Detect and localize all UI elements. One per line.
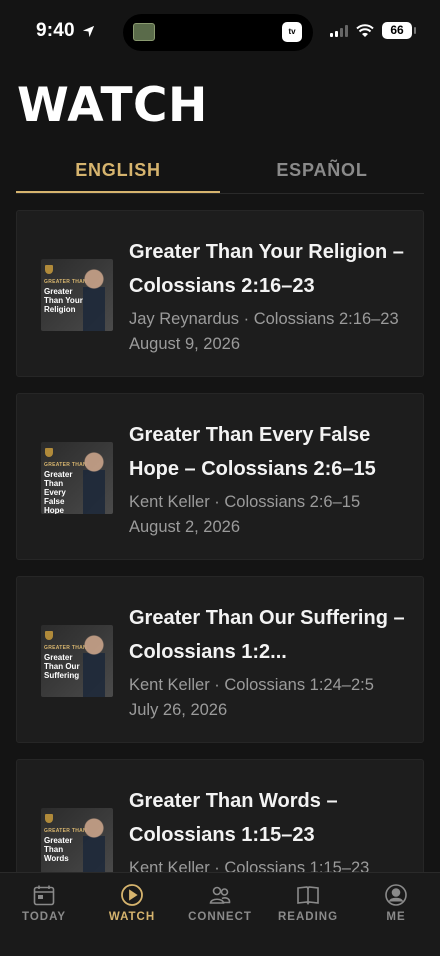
nav-today[interactable]: TODAY [0, 873, 88, 956]
calendar-icon [33, 885, 55, 906]
appletv-icon: tv [282, 22, 302, 42]
battery-icon: 66 [382, 22, 416, 39]
status-bar: 9:40 tv 66 [0, 0, 440, 64]
sermon-card[interactable]: GREATER THAN Greater Than Your Religion … [16, 210, 424, 377]
person-icon [385, 884, 407, 906]
language-tabs: ENGLISH ESPAÑOL [16, 150, 424, 194]
people-icon [209, 886, 231, 904]
now-playing-thumbnail [133, 23, 155, 41]
book-icon [297, 886, 319, 905]
speaker-photo [79, 814, 109, 880]
sermon-thumbnail: GREATER THAN Greater Than Your Religion [41, 259, 113, 331]
speaker-photo [79, 265, 109, 331]
wifi-icon [356, 23, 374, 37]
nav-watch[interactable]: WATCH [88, 873, 176, 956]
nav-connect[interactable]: CONNECT [176, 873, 264, 956]
clock: 9:40 [36, 20, 75, 41]
church-logo-icon [45, 448, 53, 457]
sermon-thumbnail: GREATER THAN Greater Than Words [41, 808, 113, 880]
sermon-thumbnail: GREATER THAN Greater Than Our Suffering [41, 625, 113, 697]
page-title: WATCH [17, 78, 208, 133]
sermon-date: July 26, 2026 [129, 701, 228, 719]
nav-label: TODAY [22, 911, 66, 923]
sermon-list: GREATER THAN Greater Than Your Religion … [16, 210, 424, 942]
sermon-title: Greater Than Every False Hope – Colossia… [129, 424, 376, 480]
play-icon [121, 884, 143, 906]
location-arrow-icon [82, 25, 94, 37]
dynamic-island[interactable]: tv [123, 14, 313, 51]
sermon-date: August 9, 2026 [129, 335, 241, 353]
cellular-signal-icon [330, 24, 348, 37]
church-logo-icon [45, 631, 53, 640]
sermon-speaker-reference: Kent Keller · Colossians 2:6–15 [129, 493, 361, 511]
church-logo-icon [45, 265, 53, 274]
sermon-speaker-reference: Jay Reynardus · Colossians 2:16–23 [129, 310, 399, 328]
status-time: 9:40 [36, 20, 96, 42]
church-logo-icon [45, 814, 53, 823]
sermon-card[interactable]: GREATER THAN Greater Than Our Suffering … [16, 576, 424, 743]
nav-label: WATCH [108, 911, 156, 923]
sermon-title: Greater Than Your Religion – Colossians … [129, 241, 404, 297]
sermon-title: Greater Than Words – Colossians 1:15–23 [129, 790, 338, 846]
sermon-card[interactable]: GREATER THAN Greater Than Every False Ho… [16, 393, 424, 560]
speaker-photo [79, 448, 109, 514]
nav-me[interactable]: ME [352, 873, 440, 956]
nav-reading[interactable]: READING [264, 873, 352, 956]
status-indicators: 66 [330, 22, 416, 39]
nav-label: CONNECT [188, 911, 252, 923]
sermon-thumbnail: GREATER THAN Greater Than Every False Ho… [41, 442, 113, 514]
nav-label: ME [386, 911, 406, 923]
speaker-photo [79, 631, 109, 697]
sermon-date: August 2, 2026 [129, 518, 241, 536]
tab-english[interactable]: ENGLISH [16, 150, 220, 193]
nav-label: READING [277, 911, 339, 923]
tab-espanol[interactable]: ESPAÑOL [220, 150, 424, 193]
sermon-title: Greater Than Our Suffering – Colossians … [129, 607, 405, 663]
bottom-tab-bar: TODAY WATCH CONNECT READING ME [0, 872, 440, 956]
sermon-speaker-reference: Kent Keller · Colossians 1:24–2:5 [129, 676, 374, 694]
